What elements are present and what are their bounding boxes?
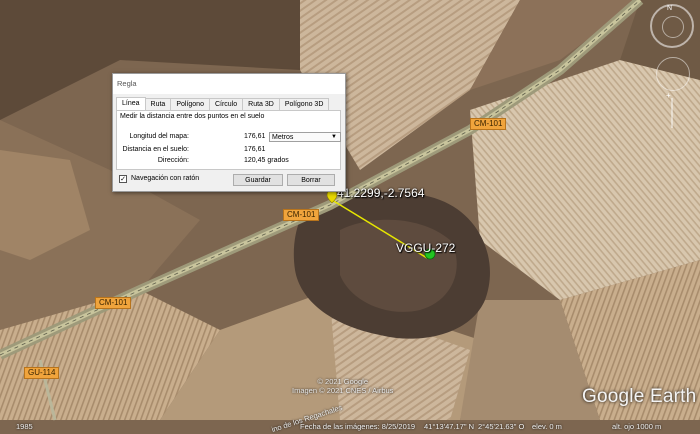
clear-button[interactable]: Borrar xyxy=(287,174,335,186)
road-label: GU-114 xyxy=(24,367,60,379)
compass-icon[interactable]: N xyxy=(650,4,694,48)
ground-distance-label: Distancia en el suelo: xyxy=(122,146,189,153)
mouse-navigation-label: Navegación con ratón xyxy=(131,175,200,182)
compass-ring[interactable] xyxy=(662,16,684,38)
tab-path[interactable]: Ruta xyxy=(144,98,172,110)
ground-distance-value: 176,61 xyxy=(244,146,266,153)
look-joystick-icon[interactable] xyxy=(656,57,690,91)
north-indicator: N xyxy=(667,5,673,12)
elevation: elev. 0 m xyxy=(532,422,562,431)
direction-value: 120,45 grados xyxy=(244,157,289,164)
latitude: 41°13'47.17" N xyxy=(424,422,475,431)
google-earth-logo: Google Earth xyxy=(582,386,697,407)
tab-path-3d[interactable]: Ruta 3D xyxy=(242,98,280,110)
status-bar: 1985 Fecha de las imágenes: 8/25/2019 41… xyxy=(0,420,700,434)
line-panel: Medir la distancia entre dos puntos en e… xyxy=(116,110,341,170)
road-label: CM-101 xyxy=(283,209,320,221)
panel-description: Medir la distancia entre dos puntos en e… xyxy=(120,113,265,120)
historical-year: 1985 xyxy=(16,422,33,431)
road-label: CM-101 xyxy=(470,118,507,130)
tab-polygon[interactable]: Polígono xyxy=(170,98,210,110)
unit-select[interactable]: Metros ▼ xyxy=(269,132,341,142)
zoom-slider[interactable] xyxy=(671,98,673,128)
map-view[interactable]: CM-101 CM-101 CM-101 GU-114 41.2299,-2.7… xyxy=(0,0,700,434)
placemark-coords-label: 41.2299,-2.7564 xyxy=(337,186,425,200)
navigation-controls[interactable]: N + xyxy=(648,2,698,132)
dialog-body: Línea Ruta Polígono Círculo Ruta 3D Polí… xyxy=(113,94,345,191)
tab-polygon-3d[interactable]: Polígono 3D xyxy=(278,98,330,110)
save-button[interactable]: Guardar xyxy=(233,174,283,186)
zoom-in-icon[interactable]: + xyxy=(666,91,671,100)
chevron-down-icon: ▼ xyxy=(331,134,337,140)
map-length-value: 176,61 xyxy=(244,133,266,140)
copyright: © 2021 Google Imagen © 2021 CNES / Airbu… xyxy=(292,377,394,395)
satellite-imagery xyxy=(0,0,700,434)
imagery-date: Fecha de las imágenes: 8/25/2019 xyxy=(300,422,416,431)
tab-circle[interactable]: Círculo xyxy=(208,98,244,110)
mouse-navigation-checkbox[interactable]: ✓ xyxy=(119,175,127,183)
map-length-label: Longitud del mapa: xyxy=(129,133,189,140)
longitude: 2°45'21.63" O xyxy=(478,422,525,431)
ruler-tabs: Línea Ruta Polígono Círculo Ruta 3D Polí… xyxy=(116,97,330,110)
road-label: CM-101 xyxy=(95,297,132,309)
eye-altitude: alt. ojo 1000 m xyxy=(612,422,662,431)
ruler-dialog[interactable]: Regla Línea Ruta Polígono Círculo Ruta 3… xyxy=(112,73,346,192)
tab-line[interactable]: Línea xyxy=(116,97,146,110)
direction-label: Dirección: xyxy=(157,157,189,164)
placemark-name-label: VGGU-272 xyxy=(396,241,456,255)
dialog-title: Regla xyxy=(117,79,137,88)
unit-select-value: Metros xyxy=(272,134,294,141)
